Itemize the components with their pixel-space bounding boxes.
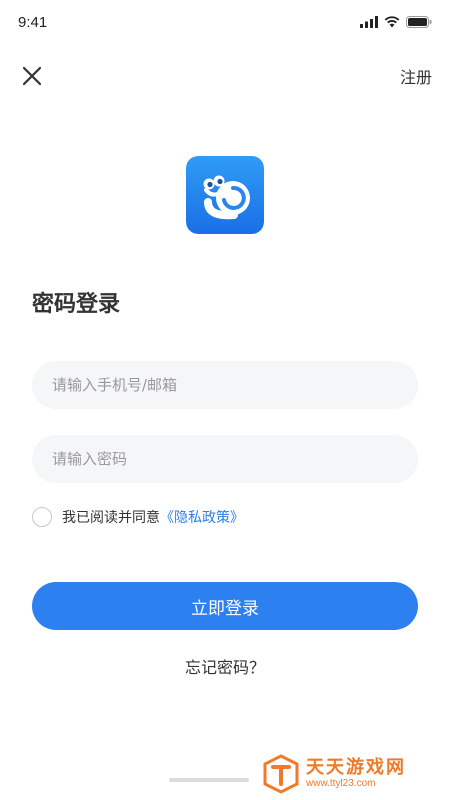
app-logo	[186, 156, 264, 234]
watermark-text: 天天游戏网 www.ttyl23.com	[306, 758, 406, 790]
forgot-password-link[interactable]: 忘记密码？	[0, 654, 450, 678]
home-indicator	[169, 778, 249, 782]
agreement-checkbox[interactable]	[32, 507, 52, 527]
wifi-icon	[384, 16, 400, 28]
watermark-title: 天天游戏网	[306, 757, 406, 778]
app-logo-snail-icon	[186, 156, 264, 234]
close-button[interactable]	[16, 60, 48, 92]
status-time: 9:41	[18, 14, 48, 31]
signal-icon	[360, 16, 378, 28]
login-button[interactable]: 立即登录	[32, 582, 418, 630]
password-input[interactable]	[32, 435, 418, 483]
phone-email-input[interactable]	[32, 361, 418, 409]
watermark-logo-icon	[263, 754, 299, 794]
battery-icon	[406, 16, 432, 28]
watermark-url: www.ttyl23.com	[306, 778, 376, 789]
agreement-text: 我已阅读并同意	[62, 510, 160, 526]
agreement-row: 我已阅读并同意 《隐私政策》	[32, 505, 244, 529]
close-icon	[22, 66, 42, 86]
page-title: 密码登录	[32, 292, 121, 317]
watermark: 天天游戏网 www.ttyl23.com	[262, 752, 447, 796]
nav-bar: 注册	[0, 52, 450, 96]
privacy-policy-link[interactable]: 《隐私政策》	[160, 507, 244, 527]
status-bar: 9:41	[0, 0, 450, 44]
register-link[interactable]: 注册	[400, 64, 432, 88]
status-icons	[360, 15, 432, 29]
